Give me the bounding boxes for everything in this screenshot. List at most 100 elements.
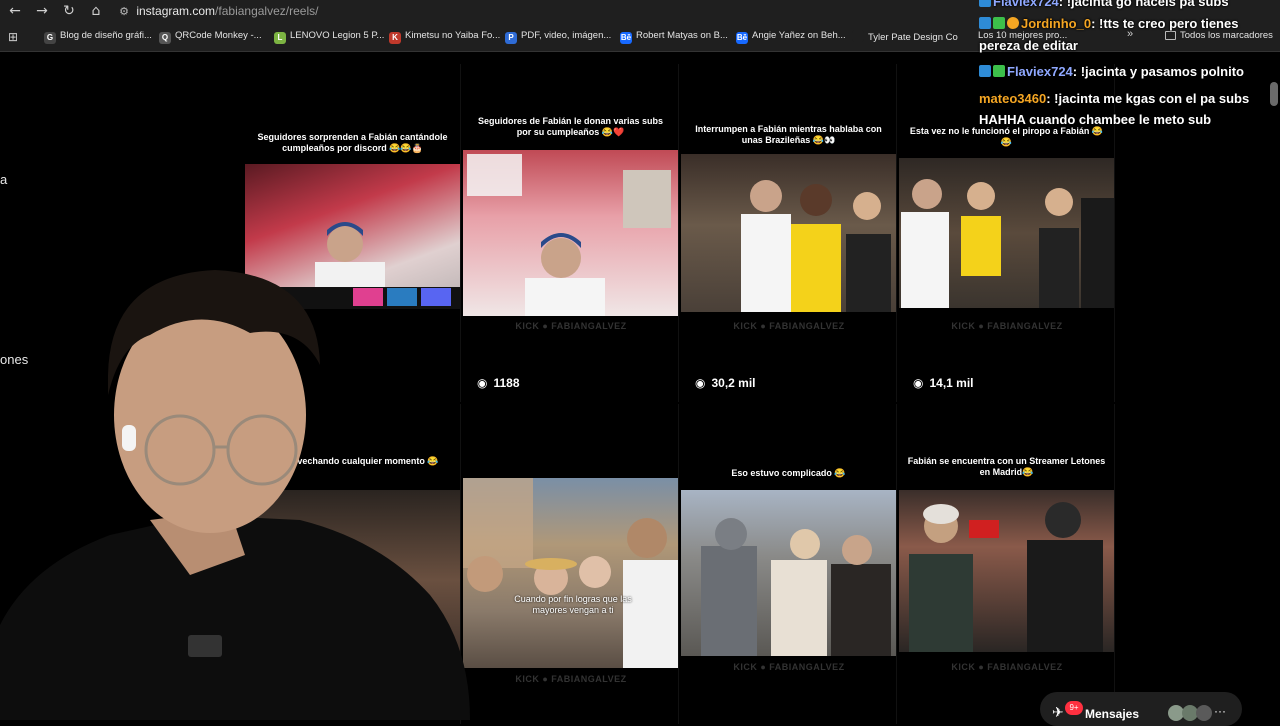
reel-thumbnail-art <box>901 179 1114 308</box>
reel-thumbnail <box>463 150 678 316</box>
reel-views: ◉ 14,1 mil <box>913 376 974 390</box>
messages-label: Mensajes <box>1085 707 1140 721</box>
chat-message: Jordinho_0: !tts te creo pero tienes <box>979 16 1238 31</box>
forward-arrow-icon[interactable]: → <box>33 2 51 20</box>
bookmark-label: Tyler Pate Design Co <box>868 32 958 43</box>
reel-card[interactable]: Eso estuvo complicado 😂 KICK ● FABIANGAL… <box>681 404 897 724</box>
reel-thumbnail-art <box>741 180 891 312</box>
more-icon: ··· <box>1214 704 1226 718</box>
url-host: instagram.com <box>136 4 216 18</box>
bookmark-item[interactable]: Tyler Pate Design Co <box>852 30 958 43</box>
url-path: /fabiangalvez/reels/ <box>215 4 319 18</box>
chat-message: HAHHA cuando chambee le meto sub <box>979 112 1211 127</box>
eye-icon: ◉ <box>477 376 488 390</box>
chat-username: mateo3460 <box>979 91 1047 106</box>
reel-thumbnail-art <box>701 518 891 656</box>
reel-caption: Seguidores sorprenden a Fabián cantándol… <box>257 132 448 153</box>
bookmark-favicon-icon: G <box>44 32 56 44</box>
behance-icon: Bē <box>620 32 632 44</box>
bookmark-favicon-icon: Q <box>159 32 171 44</box>
reel-card[interactable]: Fabián se encuentra con un Streamer Leto… <box>899 404 1115 724</box>
subscriber-badge-icon <box>979 65 991 77</box>
bookmark-item[interactable]: L LENOVO Legion 5 P... <box>274 30 384 44</box>
chat-username: Jordinho_0 <box>1021 16 1092 31</box>
home-icon[interactable]: ⌂ <box>87 2 105 20</box>
bookmark-item[interactable]: Bē Angie Yañez on Beh... <box>736 30 846 44</box>
reel-thumbnail <box>681 154 896 312</box>
apps-grid-icon[interactable]: ⊞ <box>8 30 22 44</box>
reel-thumbnail-art <box>467 154 671 316</box>
avatar <box>1196 705 1212 721</box>
bookmark-label: Robert Matyas on B... <box>636 30 728 41</box>
subscriber-badge-icon <box>979 17 991 29</box>
bookmark-favicon-icon: K <box>389 32 401 44</box>
bookmark-item[interactable]: P PDF, video, imágen... <box>505 30 611 44</box>
back-arrow-icon[interactable]: ← <box>6 2 24 20</box>
reel-card[interactable]: Cuando por fin logras que las mayores ve… <box>463 404 679 724</box>
bookmark-label: QRCode Monkey -... <box>175 30 262 41</box>
chat-text: pereza de editar <box>979 38 1078 53</box>
eye-icon: ◉ <box>695 376 706 390</box>
reel-watermark: KICK ● FABIANGALVEZ <box>733 662 845 672</box>
chat-message: mateo3460: !jacinta me kgas con el pa su… <box>979 91 1249 106</box>
chat-text: : !jacinta me kgas con el pa subs <box>1046 91 1250 106</box>
page-scrollbar[interactable] <box>1270 82 1278 106</box>
bookmark-item[interactable]: Q QRCode Monkey -... <box>159 30 262 44</box>
sidebar-fragment[interactable]: a <box>0 172 7 187</box>
chat-text: : !jacinta go haceis pa subs <box>1058 0 1229 9</box>
reel-watermark: KICK ● FABIANGALVEZ <box>733 321 845 331</box>
chat-text: : !jacinta y pasamos polnito <box>1072 64 1244 79</box>
bookmark-label: LENOVO Legion 5 P... <box>290 30 385 41</box>
chat-message: pereza de editar <box>979 38 1078 53</box>
chat-username: Flaviex724 <box>993 0 1059 9</box>
site-info-icon[interactable]: ⚙ <box>115 2 133 22</box>
reel-watermark: KICK ● FABIANGALVEZ <box>951 662 1063 672</box>
chat-message: Flaviex724: !jacinta y pasamos polnito <box>979 64 1244 79</box>
reel-thumbnail <box>681 490 896 656</box>
bookmark-favicon-icon: L <box>274 32 286 44</box>
reel-caption: Seguidores de Fabián le donan varias sub… <box>477 116 664 137</box>
stream-chat: Flaviex724: !jacinta go haceis pa subs J… <box>975 0 1280 135</box>
behance-icon: Bē <box>736 32 748 44</box>
bookmark-item[interactable]: G Blog de diseño gráfi... <box>44 30 152 44</box>
reel-watermark: KICK ● FABIANGALVEZ <box>515 321 627 331</box>
reel-overlay-text: Cuando por fin logras que las mayores ve… <box>514 594 632 615</box>
reel-caption: Fabián se encuentra con un Streamer Leto… <box>907 456 1106 477</box>
reel-views: ◉ 1188 <box>477 376 520 390</box>
reel-card[interactable]: Seguidores de Fabián le donan varias sub… <box>463 64 679 402</box>
bookmark-label: Kimetsu no Yaiba Fo... <box>405 30 501 41</box>
reel-caption: Interrumpen a Fabián mientras hablaba co… <box>695 124 882 145</box>
eye-icon: ◉ <box>913 376 924 390</box>
webcam-overlay <box>0 265 470 720</box>
reel-card[interactable]: Interrumpen a Fabián mientras hablaba co… <box>681 64 897 402</box>
subscriber-badge-icon <box>979 0 991 7</box>
bookmark-item[interactable]: K Kimetsu no Yaiba Fo... <box>389 30 500 44</box>
reel-thumbnail-art <box>463 478 678 668</box>
reel-thumbnail <box>899 158 1114 308</box>
rank-badge-icon <box>1007 17 1019 29</box>
reel-thumbnail <box>899 490 1114 652</box>
reel-thumbnail: Cuando por fin logras que las mayores ve… <box>463 478 678 668</box>
chat-message: Flaviex724: !jacinta go haceis pa subs <box>979 0 1229 9</box>
reel-views-count: 14,1 mil <box>929 376 974 390</box>
chat-text: : !tts te creo pero tienes <box>1091 16 1239 31</box>
bookmark-item[interactable]: Bē Robert Matyas on B... <box>620 30 728 44</box>
chat-text: HAHHA cuando chambee le meto sub <box>979 112 1212 127</box>
chat-username: Flaviex724 <box>1007 64 1073 79</box>
reel-views-count: 1188 <box>493 376 520 390</box>
reel-views: ◉ 30,2 mil <box>695 376 756 390</box>
streamer-figure <box>0 270 470 720</box>
unread-count-badge: 9+ <box>1065 701 1083 715</box>
bookmark-favicon-icon <box>852 30 864 42</box>
address-bar[interactable]: ⚙ instagram.com/fabiangalvez/reels/ <box>115 1 955 21</box>
reload-icon[interactable]: ↻ <box>60 2 78 20</box>
messenger-icon: ✈ <box>1052 705 1064 721</box>
bookmark-label: PDF, video, imágen... <box>521 30 612 41</box>
reel-thumbnail-art <box>909 502 1103 652</box>
bookmark-label: Angie Yañez on Beh... <box>752 30 846 41</box>
messages-button[interactable]: ✈ 9+ Mensajes ··· <box>1040 692 1242 726</box>
bookmark-favicon-icon: P <box>505 32 517 44</box>
gift-badge-icon <box>993 65 1005 77</box>
reel-views-count: 30,2 mil <box>711 376 756 390</box>
reel-caption: Eso estuvo complicado 😂 <box>731 468 846 478</box>
